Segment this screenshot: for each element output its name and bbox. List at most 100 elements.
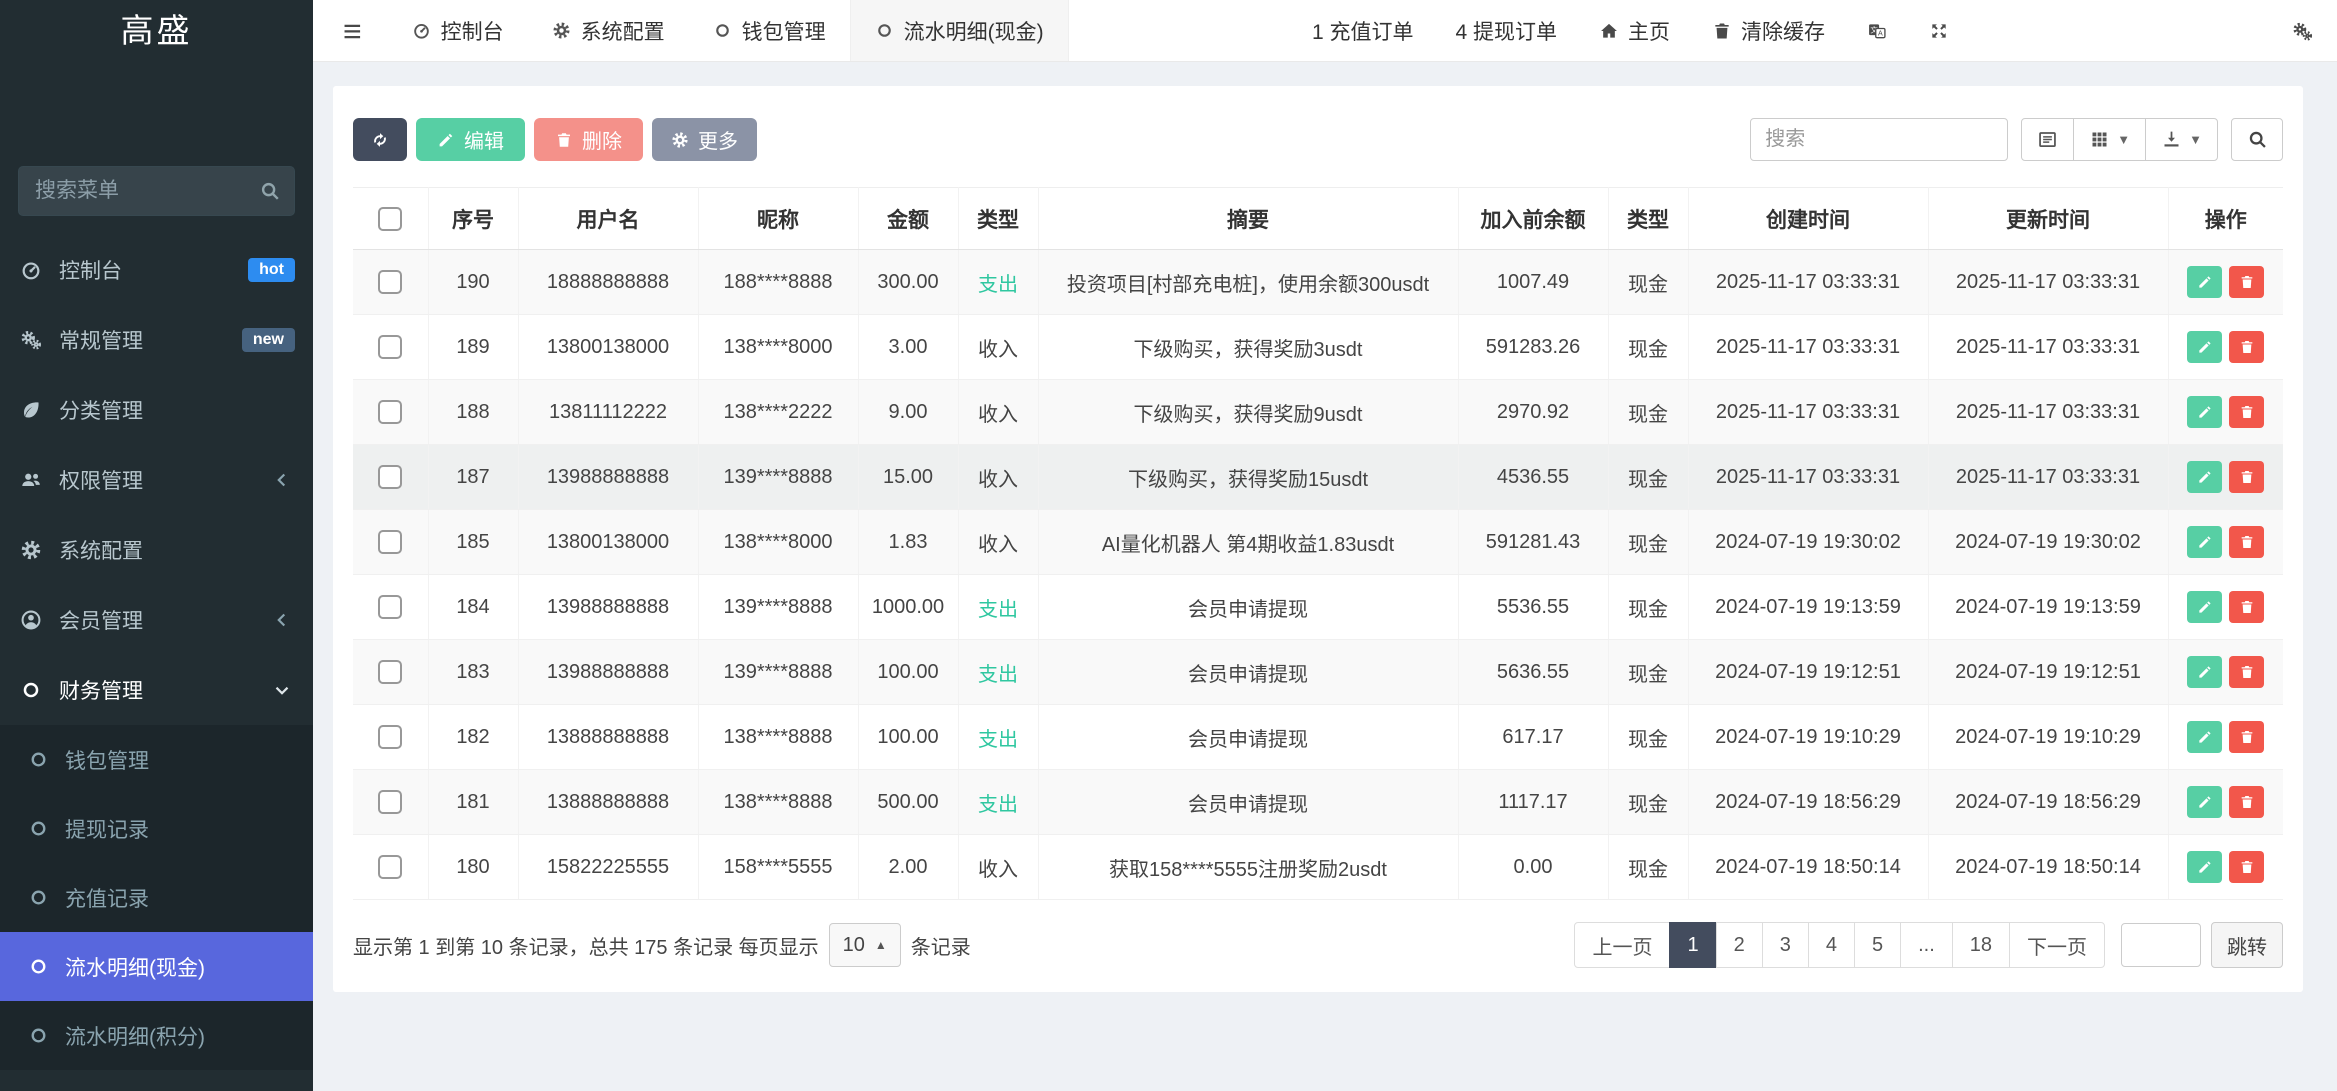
page-button[interactable]: 下一页 (2009, 922, 2105, 968)
row-delete-button[interactable] (2229, 721, 2264, 753)
row-balance: 2970.92 (1458, 380, 1608, 445)
table-header-cell[interactable]: 更新时间 (1928, 188, 2168, 250)
page-size-select[interactable]: 10 ▲ (829, 923, 901, 967)
table-row[interactable]: 18313988888888139****8888100.00支出会员申请提现5… (353, 640, 2283, 705)
row-delete-button[interactable] (2229, 786, 2264, 818)
nav-tab[interactable]: 系统配置 (528, 0, 689, 61)
page-jump-input[interactable] (2121, 923, 2201, 967)
navbar-item-clear-cache[interactable]: 清除缓存 (1712, 16, 1825, 46)
menu-toggle-icon[interactable]: ≡ (343, 15, 362, 47)
table-row[interactable]: 18713988888888139****888815.00收入下级购买，获得奖… (353, 445, 2283, 510)
edit-button[interactable]: 编辑 (416, 118, 525, 161)
row-delete-button[interactable] (2229, 266, 2264, 298)
row-checkbox[interactable] (378, 530, 402, 554)
page-button[interactable]: 上一页 (1574, 922, 1670, 968)
row-edit-button[interactable] (2187, 266, 2222, 298)
row-delete-button[interactable] (2229, 591, 2264, 623)
row-edit-button[interactable] (2187, 786, 2222, 818)
navbar-item-language[interactable]: 文A (1867, 21, 1887, 41)
sidebar-subitem[interactable]: 充值记录 (0, 863, 313, 932)
navbar-item-recharge-orders[interactable]: 1 充值订单 (1312, 16, 1414, 46)
table-row[interactable]: 18015822225555158****55552.00收入获取158****… (353, 835, 2283, 900)
row-checkbox[interactable] (378, 465, 402, 489)
detail-view-button[interactable] (2021, 118, 2074, 161)
sidebar-subitem[interactable]: 流水明细(积分) (0, 1001, 313, 1070)
sidebar-item[interactable]: 财务管理 (0, 655, 313, 725)
table-header-cell[interactable]: 用户名 (518, 188, 698, 250)
table-row[interactable]: 18413988888888139****88881000.00支出会员申请提现… (353, 575, 2283, 640)
table-header-cell[interactable]: 操作 (2168, 188, 2283, 250)
app-logo[interactable]: 高盛 (0, 0, 313, 62)
sidebar-item[interactable]: 会员管理 (0, 585, 313, 655)
row-checkbox[interactable] (378, 595, 402, 619)
table-header-cell[interactable]: 创建时间 (1688, 188, 1928, 250)
row-delete-button[interactable] (2229, 396, 2264, 428)
page-button[interactable]: 2 (1716, 922, 1763, 968)
row-edit-button[interactable] (2187, 526, 2222, 558)
row-edit-button[interactable] (2187, 591, 2222, 623)
select-all-checkbox[interactable] (378, 207, 402, 231)
sidebar-subitem[interactable]: 钱包管理 (0, 725, 313, 794)
export-button[interactable]: ▼ (2145, 118, 2218, 161)
table-header-cell[interactable]: 金额 (858, 188, 958, 250)
row-delete-button[interactable] (2229, 461, 2264, 493)
sidebar-item[interactable]: 权限管理 (0, 445, 313, 515)
delete-button[interactable]: 删除 (534, 118, 643, 161)
page-jump-button[interactable]: 跳转 (2211, 922, 2283, 968)
sidebar-item[interactable]: 控制台hot (0, 235, 313, 305)
navbar-item-fullscreen[interactable] (1929, 21, 1949, 41)
row-edit-button[interactable] (2187, 461, 2222, 493)
refresh-button[interactable] (353, 118, 407, 161)
row-edit-button[interactable] (2187, 656, 2222, 688)
page-button[interactable]: 18 (1952, 922, 2010, 968)
row-delete-button[interactable] (2229, 656, 2264, 688)
row-checkbox[interactable] (378, 790, 402, 814)
sidebar-subitem[interactable]: 流水明细(现金) (0, 932, 313, 1001)
sidebar-item[interactable]: 常规管理new (0, 305, 313, 375)
navbar-item-home[interactable]: 主页 (1599, 16, 1670, 46)
nav-tab[interactable]: 流水明细(现金) (850, 0, 1069, 61)
table-header-cell[interactable]: 加入前余额 (1458, 188, 1608, 250)
sidebar-item[interactable]: 系统配置 (0, 515, 313, 585)
row-delete-button[interactable] (2229, 526, 2264, 558)
row-checkbox[interactable] (378, 400, 402, 424)
row-delete-button[interactable] (2229, 331, 2264, 363)
row-checkbox[interactable] (378, 725, 402, 749)
table-row[interactable]: 18113888888888138****8888500.00支出会员申请提现1… (353, 770, 2283, 835)
table-row[interactable]: 18813811112222138****22229.00收入下级购买，获得奖励… (353, 380, 2283, 445)
columns-button[interactable]: ▼ (2073, 118, 2146, 161)
table-row[interactable]: 18213888888888138****8888100.00支出会员申请提现6… (353, 705, 2283, 770)
page-ellipsis[interactable]: ... (1900, 922, 1953, 968)
nav-tab[interactable]: 控制台 (388, 0, 528, 61)
table-row[interactable]: 18513800138000138****80001.83收入AI量化机器人 第… (353, 510, 2283, 575)
row-checkbox[interactable] (378, 855, 402, 879)
row-checkbox[interactable] (378, 335, 402, 359)
settings-gears-icon[interactable] (2292, 0, 2313, 62)
page-button[interactable]: 3 (1762, 922, 1809, 968)
page-button[interactable]: 5 (1854, 922, 1901, 968)
page-button[interactable]: 4 (1808, 922, 1855, 968)
nav-tab[interactable]: 钱包管理 (689, 0, 850, 61)
row-checkbox[interactable] (378, 270, 402, 294)
more-button[interactable]: 更多 (652, 118, 757, 161)
table-search-input[interactable] (1750, 118, 2008, 161)
table-header-cell[interactable]: 类型 (1608, 188, 1688, 250)
table-row[interactable]: 19018888888888188****8888300.00支出投资项目[村部… (353, 250, 2283, 315)
table-header-cell[interactable]: 类型 (958, 188, 1038, 250)
sidebar-subitem[interactable]: 提现记录 (0, 794, 313, 863)
table-header-cell[interactable]: 昵称 (698, 188, 858, 250)
table-row[interactable]: 18913800138000138****80003.00收入下级购买，获得奖励… (353, 315, 2283, 380)
row-delete-button[interactable] (2229, 851, 2264, 883)
table-header-cell[interactable]: 序号 (428, 188, 518, 250)
row-checkbox[interactable] (378, 660, 402, 684)
row-edit-button[interactable] (2187, 331, 2222, 363)
table-header-cell[interactable]: 摘要 (1038, 188, 1458, 250)
navbar-item-withdraw-orders[interactable]: 4 提现订单 (1455, 16, 1557, 46)
sidebar-search-input[interactable] (18, 166, 295, 216)
page-button[interactable]: 1 (1669, 922, 1716, 968)
row-edit-button[interactable] (2187, 851, 2222, 883)
row-edit-button[interactable] (2187, 721, 2222, 753)
sidebar-item[interactable]: 分类管理 (0, 375, 313, 445)
row-edit-button[interactable] (2187, 396, 2222, 428)
search-submit-button[interactable] (2231, 118, 2283, 161)
